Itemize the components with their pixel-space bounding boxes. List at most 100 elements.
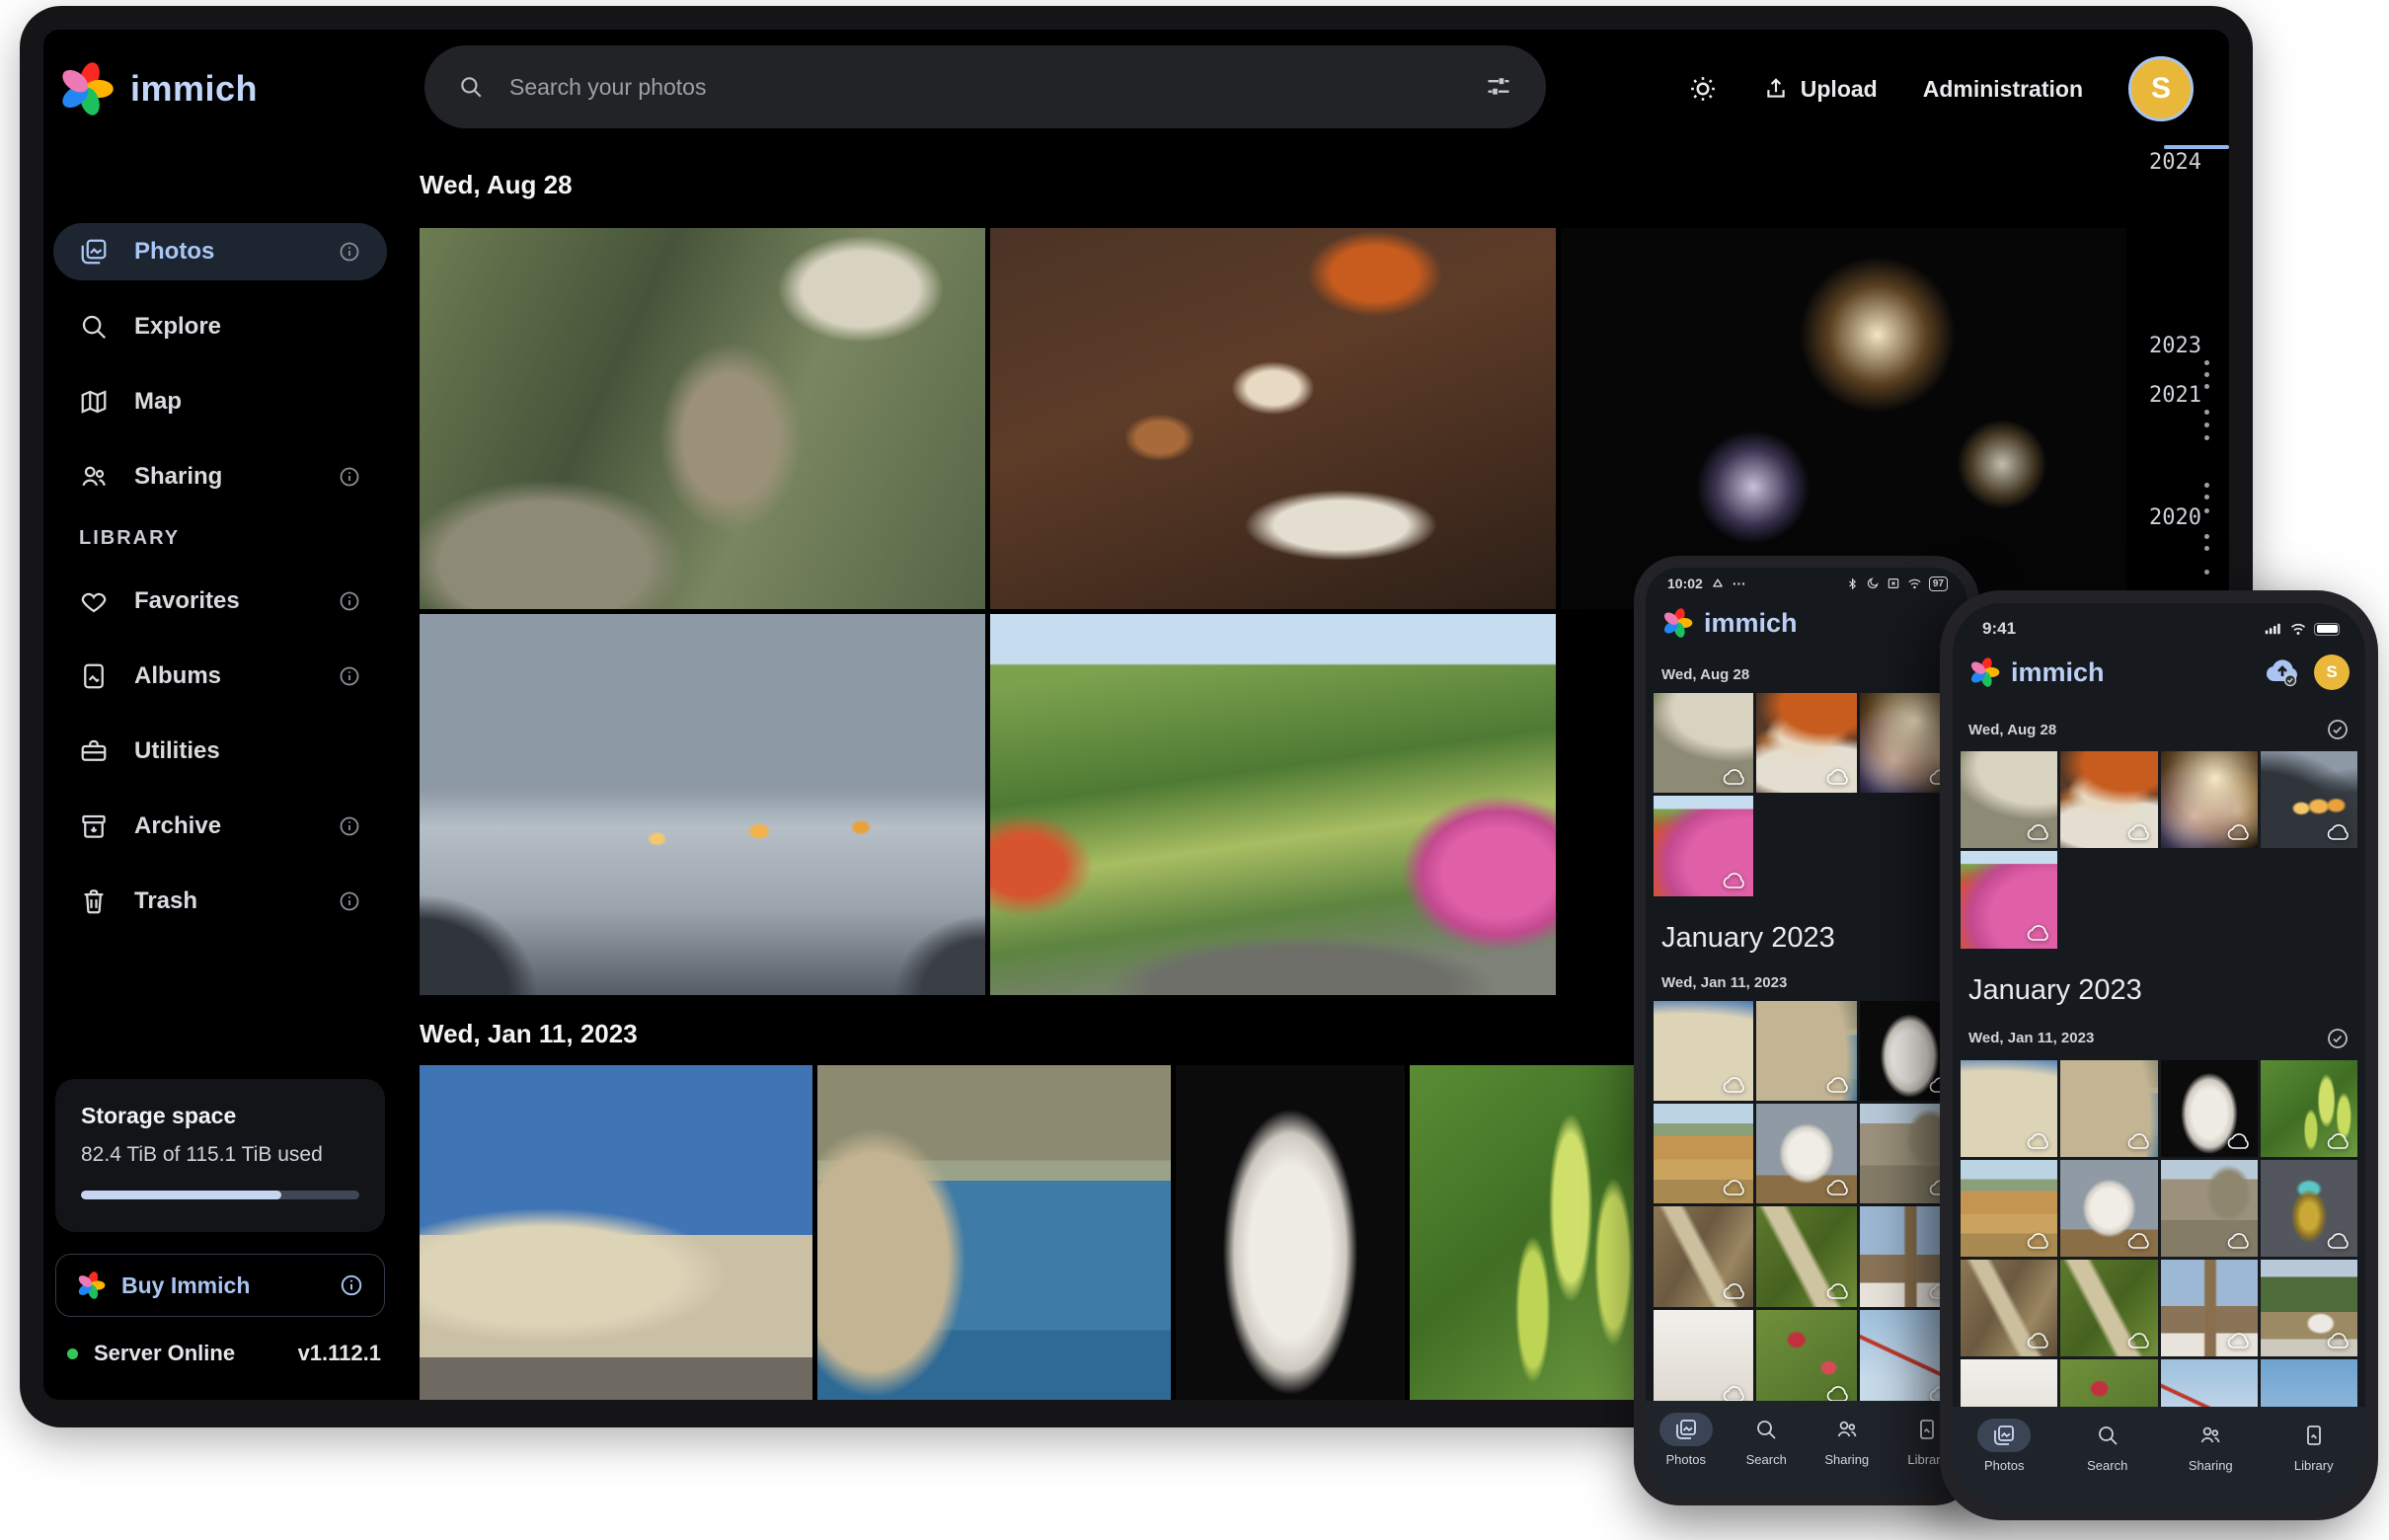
photo-thumbnail-hands[interactable] — [2261, 751, 2357, 848]
administration-link[interactable]: Administration — [1923, 76, 2083, 103]
photo-thumbnail-bust[interactable] — [2161, 1060, 2258, 1157]
photo-thumbnail-berries[interactable] — [1410, 1065, 1647, 1400]
nav-item-sharing[interactable]: Sharing — [1820, 1413, 1874, 1467]
immich-logo-icon — [1661, 607, 1693, 639]
sidebar-item-utilities[interactable]: Utilities — [53, 723, 387, 780]
cloud-icon — [2326, 1131, 2351, 1151]
scrubber-dot — [2204, 570, 2209, 575]
info-icon[interactable] — [338, 889, 361, 913]
cloud-icon — [2126, 1231, 2152, 1251]
photo-thumbnail-autumn[interactable] — [1654, 796, 1753, 895]
nav-item-search[interactable]: Search — [2081, 1419, 2134, 1473]
library-icon — [2302, 1424, 2326, 1447]
scrubber-dot — [2204, 423, 2209, 427]
nav-item-search[interactable]: Search — [1739, 1413, 1793, 1467]
cloud-icon — [1722, 767, 1747, 787]
info-icon[interactable] — [338, 240, 361, 264]
immich-logo-icon — [1968, 656, 2000, 688]
user-avatar[interactable]: S — [2314, 654, 2350, 690]
photo-thumbnail-zoo[interactable] — [1961, 751, 2057, 848]
sidebar-item-photos[interactable]: Photos — [53, 223, 387, 280]
buy-immich-button[interactable]: Buy Immich — [55, 1254, 385, 1317]
notification-dots-icon: ··· — [1733, 576, 1746, 591]
photo-thumbnail-coastal[interactable] — [817, 1065, 1171, 1400]
scrubber-dot — [2204, 410, 2209, 415]
server-status-row: Server Online v1.112.1 — [67, 1341, 381, 1366]
select-all-check-icon[interactable] — [2326, 1027, 2350, 1050]
photo-thumbnail-fortress[interactable] — [420, 1065, 812, 1400]
android-app-header: immich — [1646, 591, 1967, 653]
photo-thumbnail-dinner[interactable] — [2060, 751, 2157, 848]
sidebar-item-sharing[interactable]: Sharing — [53, 448, 387, 505]
photo-thumbnail-fortress[interactable] — [1654, 1001, 1753, 1101]
immich-brand[interactable]: immich — [57, 60, 258, 117]
search-input[interactable]: Search your photos — [424, 45, 1546, 128]
photo-thumbnail-fireworks[interactable] — [1561, 228, 2126, 609]
sidebar-item-explore[interactable]: Explore — [53, 298, 387, 355]
cloud-icon — [2326, 1331, 2351, 1350]
nav-item-sharing[interactable]: Sharing — [2184, 1419, 2237, 1473]
search-filters-icon[interactable] — [1485, 73, 1512, 101]
photo-thumbnail-tower[interactable] — [2161, 1260, 2258, 1356]
sidebar-item-map[interactable]: Map — [53, 373, 387, 430]
header-actions: Upload Administration S — [1688, 30, 2194, 148]
theme-toggle-sun-icon[interactable] — [1688, 74, 1718, 104]
photo-thumbnail-bust[interactable] — [1176, 1065, 1405, 1400]
info-icon[interactable] — [338, 664, 361, 688]
photo-thumbnail-beach[interactable] — [1654, 1104, 1753, 1203]
scrubber-dot — [2204, 534, 2209, 539]
cloud-icon — [2126, 1131, 2152, 1151]
date-group-header: Wed, Aug 28 — [1953, 704, 2365, 751]
backup-cloud-icon[interactable] — [2263, 657, 2302, 687]
photo-thumbnail-ruins[interactable] — [2161, 1160, 2258, 1257]
photo-thumbnail-autumn[interactable] — [1961, 851, 2057, 948]
search-icon — [458, 74, 484, 100]
photo-thumbnail-zoo[interactable] — [1654, 693, 1753, 793]
select-all-check-icon[interactable] — [2326, 718, 2350, 741]
info-icon[interactable] — [338, 589, 361, 613]
photo-thumbnail-lizard2[interactable] — [1756, 1206, 1856, 1306]
sidebar-item-albums[interactable]: Albums — [53, 648, 387, 705]
photo-thumbnail-beach[interactable] — [1961, 1160, 2057, 1257]
info-icon[interactable] — [339, 1272, 364, 1298]
photo-thumbnail-coastal[interactable] — [1756, 1001, 1856, 1101]
timeline-scrubber[interactable]: 2024 2023 2021 2020 — [2130, 30, 2229, 622]
photo-thumbnail-zoo[interactable] — [420, 228, 985, 609]
photo-thumbnail-coastal[interactable] — [2060, 1060, 2157, 1157]
photo-thumbnail-autumn[interactable] — [990, 614, 1556, 995]
cloud-icon — [1825, 767, 1851, 787]
nav-item-photos[interactable]: Photos — [1977, 1419, 2031, 1473]
photo-thumbnail-lizard1[interactable] — [1961, 1260, 2057, 1356]
photo-thumbnail-dinner[interactable] — [1756, 693, 1856, 793]
sidebar-item-trash[interactable]: Trash — [53, 873, 387, 930]
photo-thumbnail-fortress[interactable] — [1961, 1060, 2057, 1157]
cloud-icon — [2026, 1131, 2051, 1151]
nav-item-photos[interactable]: Photos — [1659, 1413, 1713, 1467]
info-icon[interactable] — [338, 814, 361, 838]
photo-thumbnail-dinner[interactable] — [990, 228, 1556, 609]
date-label: Wed, Jan 11, 2023 — [1661, 974, 1787, 991]
upload-button[interactable]: Upload — [1763, 76, 1878, 103]
photo-thumbnail-ornament[interactable] — [2261, 1160, 2357, 1257]
nav-item-library[interactable]: Library — [2287, 1419, 2341, 1473]
photo-thumbnail-white[interactable] — [1654, 1310, 1753, 1410]
date-group-header: Wed, Jan 11, 2023 — [1646, 961, 1967, 1001]
wifi-icon — [2289, 623, 2307, 636]
photo-thumbnail-hands[interactable] — [420, 614, 985, 995]
photo-thumbnail-lizard1[interactable] — [1654, 1206, 1753, 1306]
photo-thumbnail-sculpture[interactable] — [2060, 1160, 2157, 1257]
immich-wordmark: immich — [2011, 657, 2105, 688]
sidebar-label: Sharing — [134, 463, 222, 491]
immich-logo-icon — [1968, 656, 2000, 688]
sidebar-item-favorites[interactable]: Favorites — [53, 573, 387, 630]
photo-thumbnail-village[interactable] — [2261, 1260, 2357, 1356]
sidebar-item-archive[interactable]: Archive — [53, 798, 387, 855]
photo-thumbnail-berries[interactable] — [2261, 1060, 2357, 1157]
sidebar-label: Utilities — [134, 737, 220, 765]
photo-thumbnail-lizard2[interactable] — [2060, 1260, 2157, 1356]
map-icon — [79, 387, 109, 417]
photo-thumbnail-sculpture[interactable] — [1756, 1104, 1856, 1203]
photo-thumbnail-flowers[interactable] — [1756, 1310, 1856, 1410]
info-icon[interactable] — [338, 465, 361, 489]
photo-thumbnail-fireworks[interactable] — [2161, 751, 2258, 848]
